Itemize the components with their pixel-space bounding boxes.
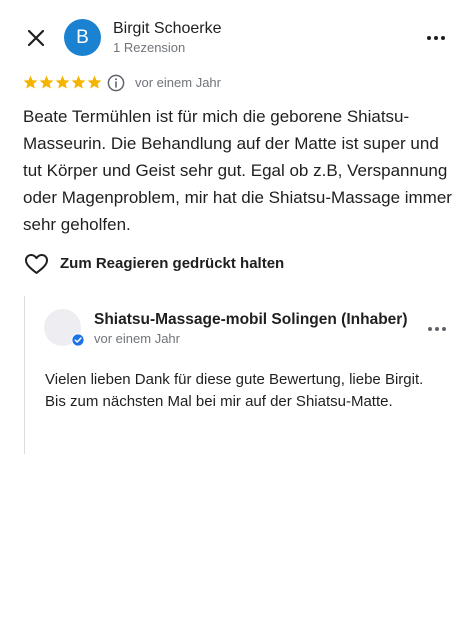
star-rating bbox=[23, 73, 103, 93]
star-icon bbox=[71, 75, 86, 89]
reviewer-review-count: 1 Rezension bbox=[113, 40, 186, 55]
owner-reply-date: vor einem Jahr bbox=[94, 331, 180, 346]
review-date: vor einem Jahr bbox=[135, 75, 221, 90]
review-header: B Birgit Schoerke 1 Rezension bbox=[0, 0, 472, 72]
star-icon bbox=[87, 75, 102, 89]
owner-more-options-button[interactable] bbox=[425, 317, 449, 341]
review-text: Beate Termühlen ist für mich die geboren… bbox=[23, 107, 452, 234]
close-button[interactable] bbox=[24, 26, 48, 50]
close-icon bbox=[27, 29, 45, 47]
owner-reply: Shiatsu-Massage-mobil Solingen (Inhaber)… bbox=[24, 296, 454, 454]
reviewer-name[interactable]: Birgit Schoerke bbox=[113, 20, 222, 38]
more-options-button[interactable] bbox=[424, 26, 448, 50]
owner-reply-text: Vielen lieben Dank für diese gute Bewert… bbox=[45, 371, 424, 410]
heart-icon bbox=[25, 254, 48, 274]
star-icon bbox=[23, 75, 38, 89]
info-icon[interactable] bbox=[107, 74, 125, 92]
react-label: Zum Reagieren gedrückt halten bbox=[60, 255, 285, 272]
rating-row: vor einem Jahr bbox=[23, 73, 453, 93]
reviewer-avatar[interactable]: B bbox=[64, 19, 101, 56]
react-button[interactable]: Zum Reagieren gedrückt halten bbox=[24, 251, 354, 277]
more-vert-icon bbox=[428, 327, 446, 331]
star-icon bbox=[39, 75, 54, 89]
star-icon bbox=[55, 75, 70, 89]
owner-name[interactable]: Shiatsu-Massage-mobil Solingen (Inhaber) bbox=[94, 311, 414, 329]
verified-icon bbox=[71, 333, 85, 347]
more-vert-icon bbox=[427, 36, 445, 40]
